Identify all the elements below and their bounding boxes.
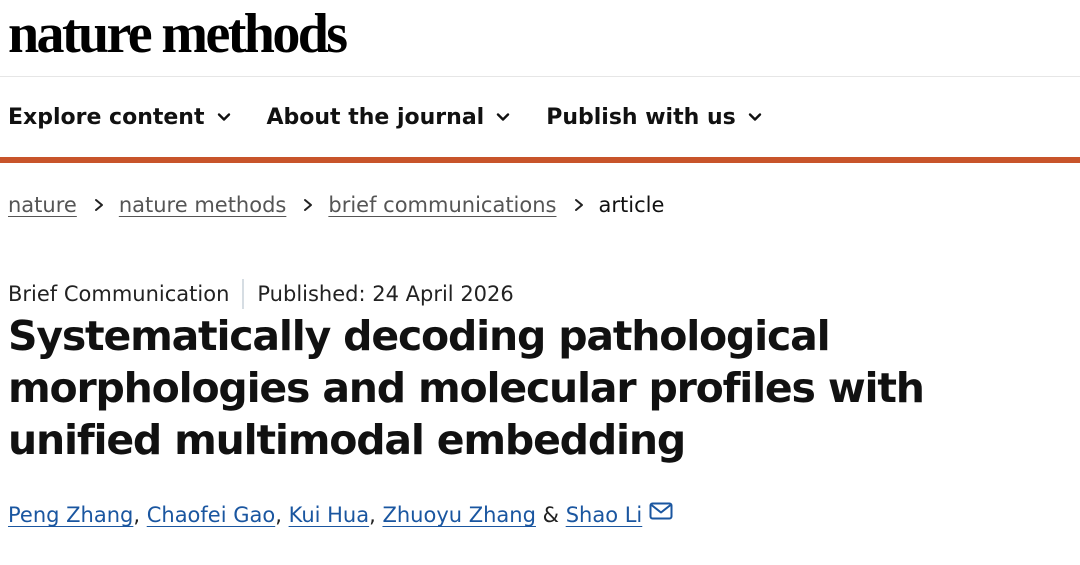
nav-publish-with-us-label: Publish with us (546, 104, 736, 130)
journal-logo[interactable]: nature methods (8, 2, 348, 66)
main-nav: Explore content About the journal Publis… (0, 77, 1080, 163)
breadcrumb-current-article: article (598, 193, 665, 217)
author-separator-and: & (535, 503, 566, 527)
breadcrumb-nature[interactable]: nature (8, 193, 77, 217)
site-header: nature methods (0, 0, 1080, 77)
mail-icon[interactable] (649, 502, 673, 520)
author-link-chaofei-gao[interactable]: Chaofei Gao (147, 503, 276, 527)
author-separator: , (369, 503, 383, 527)
author-link-peng-zhang[interactable]: Peng Zhang (8, 503, 133, 527)
nav-publish-with-us[interactable]: Publish with us (546, 105, 762, 130)
chevron-down-icon (497, 113, 510, 121)
nav-about-journal-label: About the journal (266, 104, 485, 130)
chevron-down-icon (217, 113, 230, 121)
article-title: Systematically decoding pathological mor… (8, 312, 925, 464)
author-separator: , (133, 503, 147, 527)
chevron-down-icon (748, 113, 761, 121)
breadcrumb: nature nature methods brief communicatio… (8, 193, 664, 217)
nav-about-journal[interactable]: About the journal (267, 105, 511, 130)
breadcrumb-brief-communications[interactable]: brief communications (328, 193, 556, 217)
meta-divider (242, 279, 245, 309)
chevron-right-icon (94, 199, 103, 211)
author-link-zhuoyu-zhang[interactable]: Zhuoyu Zhang (382, 503, 535, 527)
author-list: Peng Zhang, Chaofei Gao, Kui Hua, Zhuoyu… (8, 502, 673, 527)
article-meta: Brief Communication Published: 24 April … (8, 279, 514, 309)
article-type: Brief Communication (8, 282, 230, 306)
nav-explore-content[interactable]: Explore content (8, 105, 231, 130)
nav-explore-content-label: Explore content (8, 104, 205, 130)
author-separator: , (275, 503, 289, 527)
chevron-right-icon (574, 199, 583, 211)
author-link-shao-li[interactable]: Shao Li (566, 503, 643, 527)
publish-date: Published: 24 April 2026 (257, 282, 514, 306)
author-link-kui-hua[interactable]: Kui Hua (289, 503, 370, 527)
breadcrumb-nature-methods[interactable]: nature methods (119, 193, 287, 217)
chevron-right-icon (304, 199, 313, 211)
